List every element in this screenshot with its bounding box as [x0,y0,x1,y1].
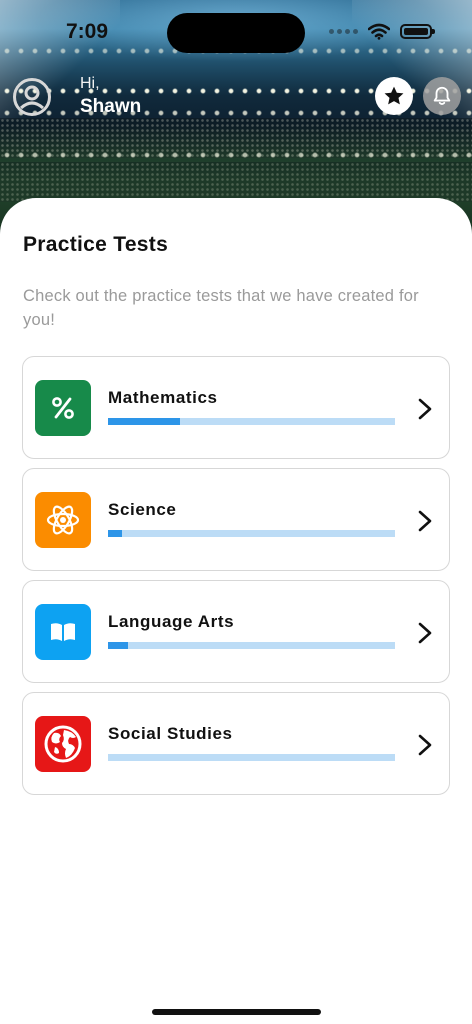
chevron-right-icon [418,510,432,532]
test-name: Mathematics [108,388,218,407]
test-icon-tile [35,492,91,548]
progress-fill [108,642,129,649]
test-card-mathematics[interactable]: Mathematics [22,356,450,459]
user-avatar-icon[interactable] [12,77,52,117]
test-card-social-studies[interactable]: Social Studies [22,692,450,795]
status-time: 7:09 [66,20,109,43]
test-card-language-arts[interactable]: Language Arts [22,580,450,683]
progress-bar [108,642,395,649]
page-title: Practice Tests [23,233,169,256]
page-subtitle: Check out the practice tests that we hav… [23,287,419,329]
progress-bar [108,530,395,537]
test-icon-tile [35,380,91,436]
user-name: Shawn [80,96,142,117]
progress-fill [108,418,180,425]
cellular-dots-icon [329,29,358,34]
chevron-right-icon [418,734,432,756]
book-icon [51,623,75,641]
progress-bar [108,418,395,425]
progress-bar [108,754,395,761]
greeting-text: Hi, [80,75,100,92]
atom-icon [46,505,80,535]
progress-fill [108,530,123,537]
chevron-right-icon [418,622,432,644]
favorites-button[interactable] [375,77,413,115]
star-icon [384,86,404,105]
bell-icon [433,86,451,105]
globe-icon [44,725,82,763]
test-icon-tile [35,716,91,772]
wifi-icon [368,23,390,40]
test-name: Science [108,500,177,519]
content-sheet: Practice Tests Check out the practice te… [0,198,472,1024]
notifications-button[interactable] [423,77,461,115]
test-card-science[interactable]: Science [22,468,450,571]
test-name: Social Studies [108,724,233,743]
home-indicator[interactable] [152,1009,321,1015]
percent-icon [52,397,74,419]
status-icons [329,23,435,40]
battery-icon [400,24,435,39]
chevron-right-icon [418,398,432,420]
test-icon-tile [35,604,91,660]
test-name: Language Arts [108,612,235,631]
dynamic-island [167,13,305,53]
